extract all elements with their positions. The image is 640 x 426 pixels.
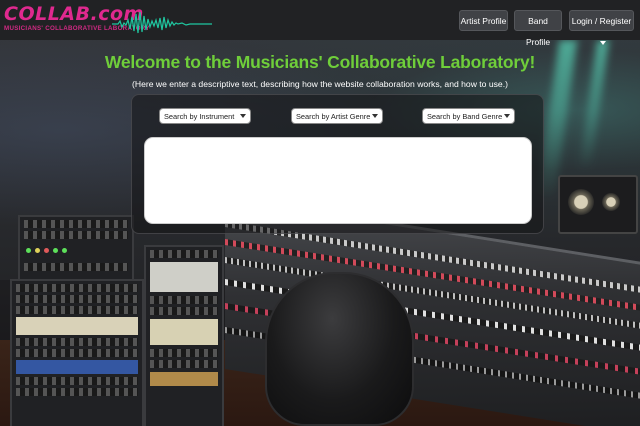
instrument-select-label: Search by Instrument [164, 112, 235, 121]
login-register-label: Login / Register [571, 16, 632, 26]
hero-section: Welcome to the Musicians' Collaborative … [0, 52, 640, 89]
chevron-down-icon [372, 114, 378, 118]
band-genre-select-label: Search by Band Genre [427, 112, 503, 121]
artist-genre-select-label: Search by Artist Genre [296, 112, 371, 121]
artist-genre-select[interactable]: Search by Artist Genre [291, 108, 383, 124]
artist-profile-button[interactable]: Artist Profile [459, 10, 508, 31]
studio-monitor-speaker [558, 175, 638, 234]
search-panel: Search by Instrument Search by Artist Ge… [131, 94, 544, 234]
page-description: (Here we enter a descriptive text, descr… [132, 79, 508, 89]
caret-down-icon [600, 40, 606, 45]
chevron-down-icon [504, 114, 510, 118]
page-title: Welcome to the Musicians' Collaborative … [104, 52, 536, 72]
search-results-area[interactable] [144, 137, 532, 224]
studio-chair [265, 272, 414, 426]
chevron-down-icon [240, 114, 246, 118]
login-register-dropdown[interactable]: Login / Register [569, 10, 634, 45]
waveform-icon [112, 11, 212, 34]
instrument-select[interactable]: Search by Instrument [159, 108, 251, 124]
band-genre-select[interactable]: Search by Band Genre [422, 108, 515, 124]
band-profile-button[interactable]: Band Profile [514, 10, 562, 47]
navbar: COLLAB.com MUSICIANS' COLLABORATIVE LABO… [0, 0, 640, 47]
outboard-gear-racks [10, 215, 224, 426]
